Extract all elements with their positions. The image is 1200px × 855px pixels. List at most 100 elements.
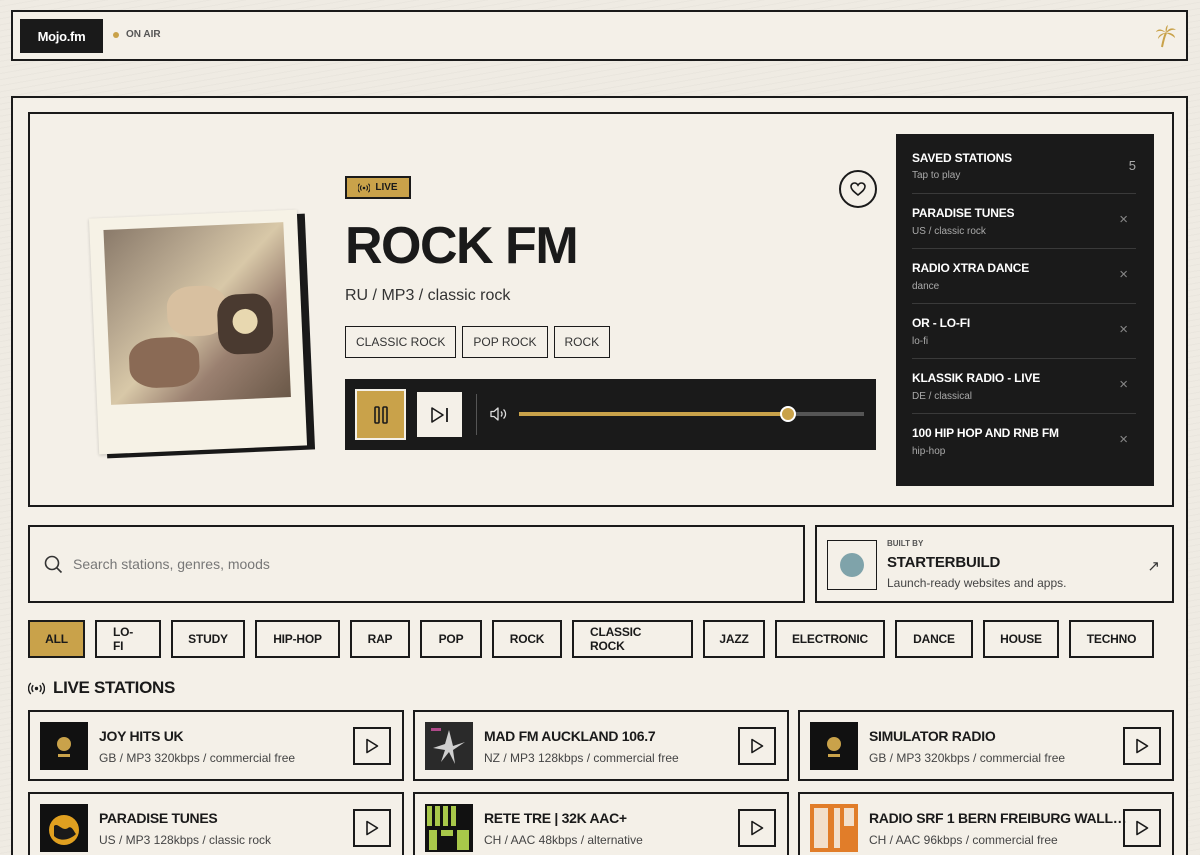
saved-station-name: OR - LO-FI	[912, 316, 970, 330]
filter-dance[interactable]: DANCE	[895, 620, 973, 658]
genre-tag[interactable]: ROCK	[553, 326, 611, 358]
live-badge-label: LIVE	[375, 182, 398, 193]
remove-icon[interactable]: ×	[1119, 211, 1128, 228]
album-art	[88, 209, 308, 455]
station-card[interactable]: RADIO SRF 1 BERN FREIBURG WALLIS ... CH …	[798, 792, 1174, 855]
station-card[interactable]: JOY HITS UK GB / MP3 320kbps / commercia…	[28, 710, 404, 781]
play-icon	[1136, 820, 1149, 836]
filter-jazz[interactable]: JAZZ	[703, 620, 765, 658]
remove-icon[interactable]: ×	[1119, 431, 1128, 448]
station-logo	[425, 722, 473, 770]
top-bar: Mojo.fm ON AIR	[11, 10, 1188, 61]
builder-desc: Launch-ready websites and apps.	[887, 576, 1067, 590]
saved-station-item[interactable]: OR - LO-FI lo-fi ×	[912, 304, 1136, 359]
station-logo	[810, 722, 858, 770]
station-name: SIMULATOR RADIO	[869, 728, 996, 744]
filter-study[interactable]: STUDY	[171, 620, 245, 658]
play-icon	[1136, 738, 1149, 754]
station-meta: US / MP3 128kbps / classic rock	[99, 833, 272, 847]
saved-station-desc: DE / classical	[912, 391, 973, 402]
status-dot	[113, 31, 119, 38]
saved-stations-header: SAVED STATIONS Tap to play 5	[912, 134, 1136, 194]
genre-tag[interactable]: CLASSIC ROCK	[345, 326, 457, 358]
saved-station-name: 100 HIP HOP AND RNB FM	[912, 426, 1059, 440]
play-icon	[366, 820, 379, 836]
play-button[interactable]	[353, 727, 391, 765]
remove-icon[interactable]: ×	[1119, 321, 1128, 338]
saved-station-desc: dance	[912, 281, 940, 292]
genre-tag[interactable]: POP ROCK	[462, 326, 548, 358]
pause-button[interactable]	[355, 389, 406, 440]
on-air-indicator: ON AIR	[113, 29, 161, 40]
saved-stations-subtitle: Tap to play	[912, 170, 961, 181]
search-box[interactable]: Search stations, genres, moods	[28, 525, 805, 603]
saved-station-item[interactable]: 100 HIP HOP AND RNB FM hip-hop ×	[912, 414, 1136, 469]
remove-icon[interactable]: ×	[1119, 266, 1128, 283]
filter-house[interactable]: HOUSE	[983, 620, 1059, 658]
station-name: RETE TRE | 32K AAC+	[484, 810, 627, 826]
volume-icon[interactable]	[490, 406, 508, 422]
filter-lofi[interactable]: LO-FI	[95, 620, 161, 658]
play-icon	[751, 820, 764, 836]
filter-pop[interactable]: POP	[420, 620, 482, 658]
live-badge: LIVE	[345, 176, 411, 199]
filter-rock[interactable]: ROCK	[492, 620, 562, 658]
station-meta: GB / MP3 320kbps / commercial free	[99, 751, 296, 765]
filter-all[interactable]: ALL	[28, 620, 85, 658]
saved-count: 5	[1128, 158, 1136, 173]
play-button[interactable]	[1123, 727, 1161, 765]
filter-classic-rock[interactable]: CLASSIC ROCK	[572, 620, 693, 658]
next-button[interactable]	[417, 392, 462, 437]
play-button[interactable]	[1123, 809, 1161, 847]
on-air-label: ON AIR	[126, 29, 161, 40]
station-meta: CH / AAC 96kbps / commercial free	[869, 833, 1058, 847]
station-name: RADIO SRF 1 BERN FREIBURG WALLIS ...	[869, 810, 1129, 826]
logo[interactable]: Mojo.fm	[20, 19, 103, 53]
filter-hiphop[interactable]: HIP-HOP	[255, 620, 340, 658]
built-by-card[interactable]: BUILT BY STARTERBUILD Launch-ready websi…	[815, 525, 1174, 603]
volume-thumb[interactable]	[780, 406, 797, 422]
volume-fill	[519, 412, 789, 416]
heart-icon	[850, 182, 866, 196]
station-meta: CH / AAC 48kbps / alternative	[484, 833, 643, 847]
control-divider	[476, 394, 477, 435]
station-logo	[425, 804, 473, 852]
remove-icon[interactable]: ×	[1119, 376, 1128, 393]
filter-techno[interactable]: TECHNO	[1069, 620, 1154, 658]
broadcast-icon	[358, 182, 371, 193]
station-meta: NZ / MP3 128kbps / commercial free	[484, 751, 679, 765]
station-title: ROCK FM	[345, 217, 579, 275]
favorite-button[interactable]	[839, 170, 877, 208]
play-button[interactable]	[353, 809, 391, 847]
station-name: MAD FM AUCKLAND 106.7	[484, 728, 656, 744]
station-card[interactable]: MAD FM AUCKLAND 106.7 NZ / MP3 128kbps /…	[413, 710, 789, 781]
filter-rap[interactable]: RAP	[350, 620, 410, 658]
play-button[interactable]	[738, 809, 776, 847]
search-icon	[44, 555, 63, 573]
filter-electronic[interactable]: ELECTRONIC	[775, 620, 885, 658]
station-card[interactable]: PARADISE TUNES US / MP3 128kbps / classi…	[28, 792, 404, 855]
saved-station-item[interactable]: KLASSIK RADIO - LIVE DE / classical ×	[912, 359, 1136, 414]
main-panel: LIVE ROCK FM RU / MP3 / classic rock CLA…	[11, 96, 1188, 855]
saved-station-item[interactable]: PARADISE TUNES US / classic rock ×	[912, 194, 1136, 249]
live-stations-title: LIVE STATIONS	[53, 678, 176, 697]
broadcast-icon	[28, 682, 45, 694]
builder-logo	[827, 540, 877, 590]
station-name: PARADISE TUNES	[99, 810, 218, 826]
station-card[interactable]: SIMULATOR RADIO GB / MP3 320kbps / comme…	[798, 710, 1174, 781]
skip-next-icon	[430, 406, 448, 423]
genre-filters: ALL LO-FI STUDY HIP-HOP RAP POP ROCK CLA…	[28, 620, 1154, 660]
saved-station-name: PARADISE TUNES	[912, 206, 1015, 220]
station-card[interactable]: RETE TRE | 32K AAC+ CH / AAC 48kbps / al…	[413, 792, 789, 855]
saved-station-item[interactable]: RADIO XTRA DANCE dance ×	[912, 249, 1136, 304]
volume-slider[interactable]	[519, 406, 864, 422]
external-link-icon: ↗	[1147, 558, 1160, 575]
station-name: JOY HITS UK	[99, 728, 184, 744]
play-icon	[751, 738, 764, 754]
saved-station-desc: US / classic rock	[912, 226, 986, 237]
saved-station-desc: hip-hop	[912, 446, 946, 457]
saved-station-name: RADIO XTRA DANCE	[912, 261, 1030, 275]
play-button[interactable]	[738, 727, 776, 765]
search-input[interactable]: Search stations, genres, moods	[73, 556, 270, 572]
saved-station-desc: lo-fi	[912, 336, 929, 347]
